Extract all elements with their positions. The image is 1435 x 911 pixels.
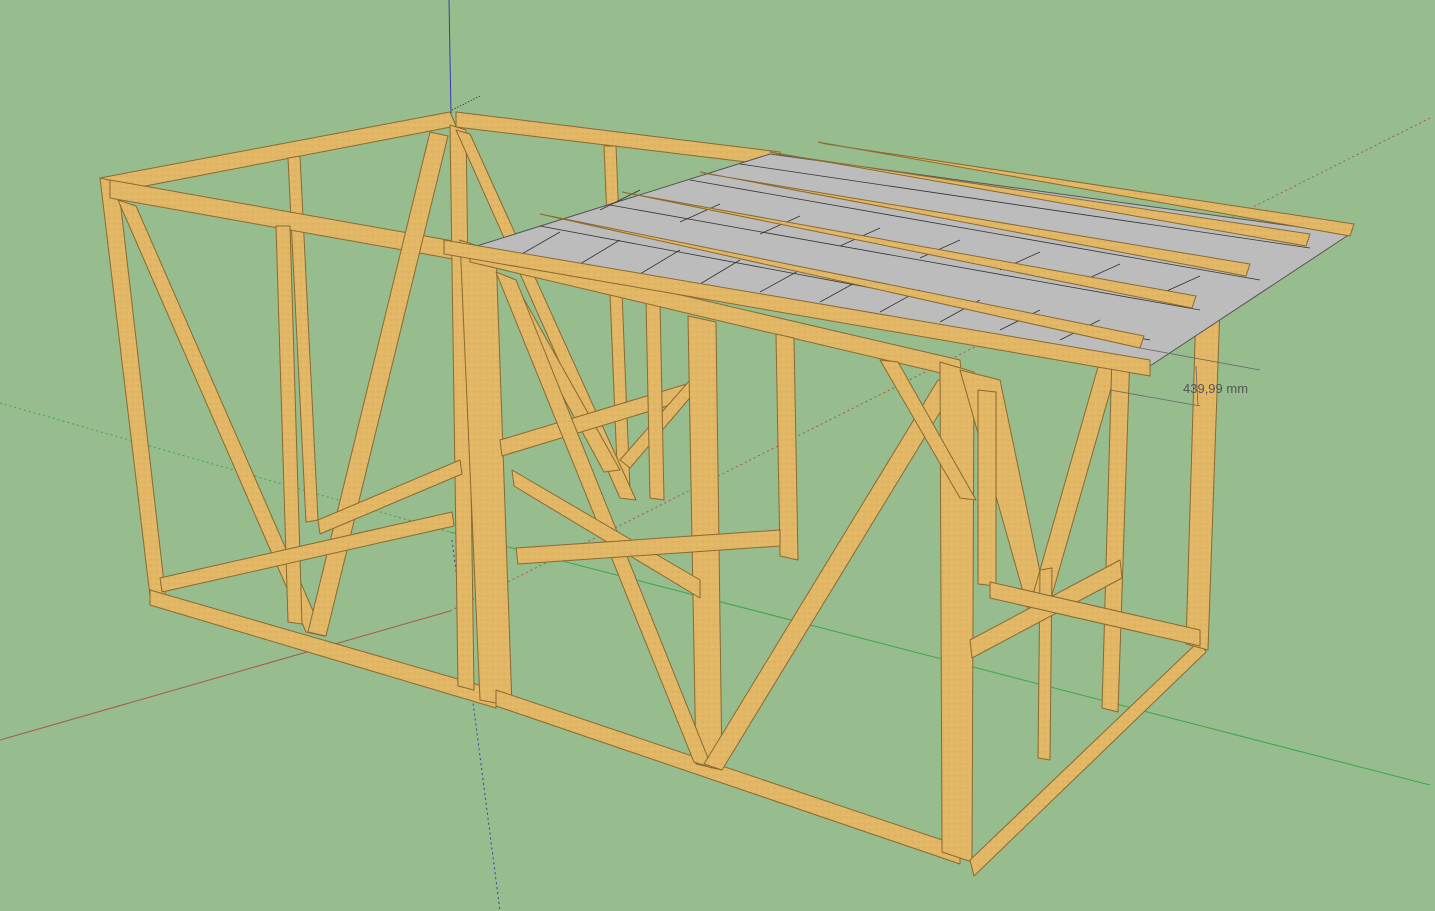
blue-axis [448, 0, 452, 115]
left-front-post [99, 177, 167, 601]
green-axis [449, 531, 1431, 786]
front-bottom-rail [495, 689, 961, 865]
model-viewport[interactable]: 439,99 mm [0, 0, 1435, 911]
front-right-post [939, 361, 975, 863]
origin-marker [451, 95, 481, 111]
top-rail-left-back [99, 111, 457, 195]
dimension-label: 439,99 mm [1183, 381, 1248, 396]
top-rail-right-back [455, 111, 781, 167]
red-axis [0, 610, 451, 741]
